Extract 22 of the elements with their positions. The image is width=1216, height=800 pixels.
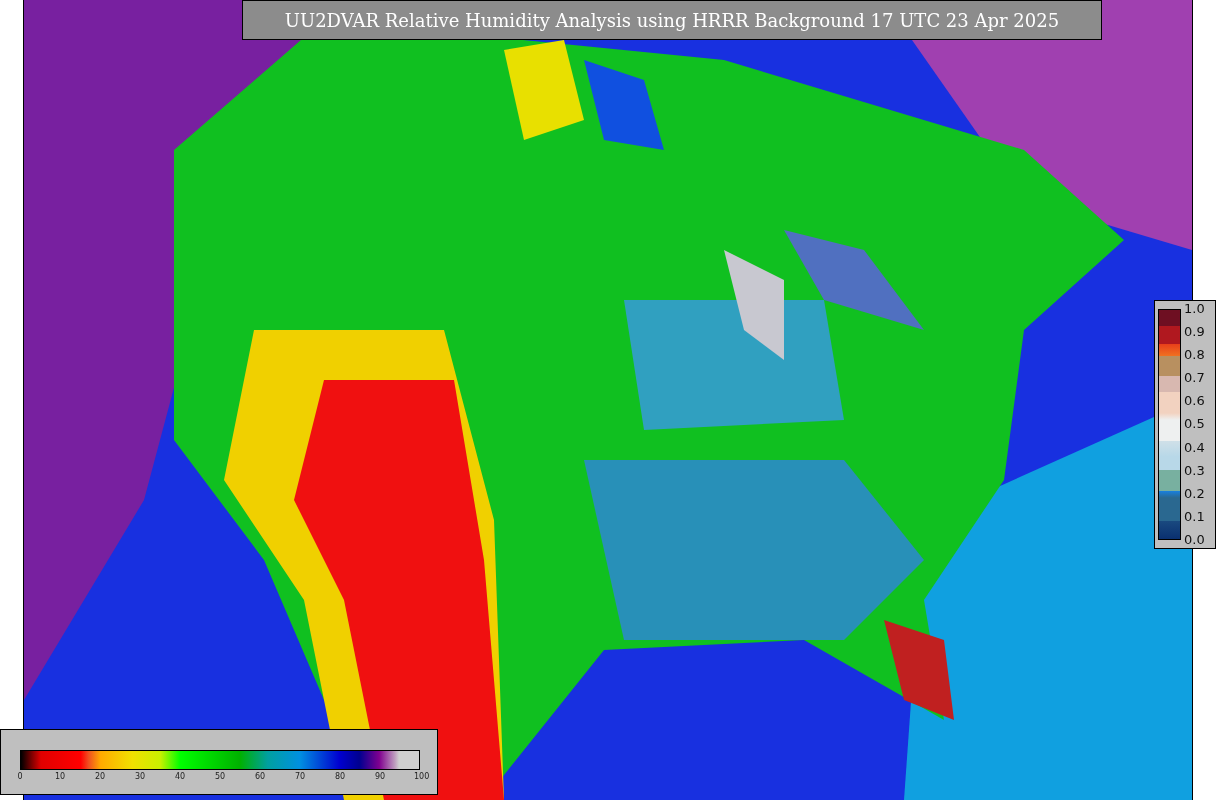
tick-label: 70 — [294, 772, 306, 781]
tick-label: 90 — [374, 772, 386, 781]
tick-label: 0 — [16, 772, 24, 781]
tick-label: 0.7 — [1184, 370, 1205, 387]
tick-label: 0.8 — [1184, 347, 1205, 364]
tick-label: 10 — [54, 772, 66, 781]
tick-label: 0.3 — [1184, 462, 1205, 479]
map-title: UU2DVAR Relative Humidity Analysis using HRRR Background 17 UTC 23 Apr 2025 — [242, 0, 1102, 40]
tick-label: 0.2 — [1184, 485, 1205, 502]
tick-label: 0.4 — [1184, 439, 1205, 456]
tick-label: 20 — [94, 772, 106, 781]
tick-label: 50 — [214, 772, 226, 781]
tick-label: 0.5 — [1184, 416, 1205, 433]
tick-label: 30 — [134, 772, 146, 781]
tick-label: 0.6 — [1184, 393, 1205, 410]
tick-label: 80 — [334, 772, 346, 781]
tick-label: 0.0 — [1184, 531, 1205, 548]
tick-label: 0.9 — [1184, 324, 1205, 341]
tick-label: 60 — [254, 772, 266, 781]
tick-label: 0.1 — [1184, 508, 1205, 525]
tick-label: 40 — [174, 772, 186, 781]
tick-label: 1.0 — [1184, 301, 1205, 317]
